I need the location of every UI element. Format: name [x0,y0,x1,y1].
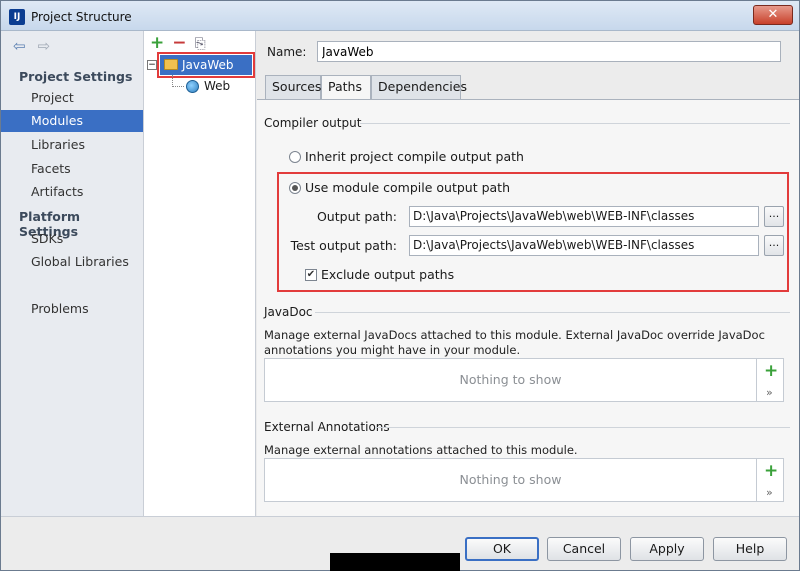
annotations-list-toolbar: + » [757,458,784,502]
sidebar-item-artifacts[interactable]: Artifacts [1,181,143,203]
sidebar-item-sdks[interactable]: SDKs [1,228,143,250]
tab-paths[interactable]: Paths [321,75,371,100]
project-settings-heading: Project Settings [19,69,133,84]
redaction-block [330,553,460,571]
module-folder-icon [164,59,178,70]
sidebar-item-facets[interactable]: Facets [1,158,143,180]
sidebar-item-global-libraries[interactable]: Global Libraries [1,251,143,273]
collapse-toggle[interactable]: − [147,60,157,70]
tree-node-label: Web [204,79,231,93]
add-javadoc-icon[interactable]: + [764,361,778,381]
sidebar-item-problems[interactable]: Problems [1,298,143,320]
tree-node-selected[interactable]: JavaWeb [157,52,255,78]
help-button[interactable]: Help [713,537,787,561]
title-bar: IJ Project Structure ✕ [1,1,799,31]
test-output-path-input[interactable]: D:\Java\Projects\JavaWeb\web\WEB-INF\cla… [409,235,759,256]
sidebar-item-libraries[interactable]: Libraries [1,134,143,156]
module-name-input[interactable] [317,41,781,62]
intellij-logo-icon: IJ [9,9,25,25]
test-output-path-label: Test output path: [290,238,397,253]
tree-node-web[interactable]: Web [186,77,230,95]
dialog-buttons: OK Cancel Apply Help [1,516,799,571]
tab-dependencies[interactable]: Dependencies [371,75,467,99]
tree-node-label: JavaWeb [182,58,234,72]
exclude-output-checkbox[interactable]: ✔ [305,269,317,281]
paths-tab-panel: Compiler output Inherit project compile … [257,99,799,516]
name-label: Name: [267,45,307,59]
exclude-output-label[interactable]: Exclude output paths [321,267,454,282]
compiler-output-heading: Compiler output [264,116,362,130]
inherit-output-label[interactable]: Inherit project compile output path [305,149,524,164]
module-details: Name: Sources Paths Dependencies Compile… [257,31,799,516]
javadoc-list-toolbar: + » [757,358,784,402]
add-annotation-icon[interactable]: + [764,461,778,481]
tree-node-javaweb[interactable]: − JavaWeb [144,52,255,78]
browse-test-output-path-button[interactable]: ... [764,235,784,256]
external-annotations-heading: External Annotations [264,420,390,434]
apply-button[interactable]: Apply [630,537,704,561]
settings-sidebar: ⇦ ⇨ Project Settings Project Modules Libr… [1,31,144,516]
sidebar-item-modules[interactable]: Modules [1,110,143,132]
cancel-button[interactable]: Cancel [547,537,621,561]
copy-icon[interactable]: ⎘ [195,36,206,52]
annotations-list[interactable]: Nothing to show [264,458,757,502]
web-facet-icon [186,80,199,93]
use-module-output-radio[interactable] [289,182,301,194]
tree-connector [172,86,184,87]
tree-toolbar: + − ⎘ [150,33,206,53]
remove-icon[interactable]: − [172,33,186,53]
project-structure-window: IJ Project Structure ✕ ⇦ ⇨ Project Settin… [0,0,800,571]
inherit-output-radio[interactable] [289,151,301,163]
separator [315,312,790,313]
module-tree: + − ⎘ − JavaWeb Web [144,31,256,516]
separator [375,427,790,428]
nav-arrows: ⇦ ⇨ [13,37,62,55]
annotations-description: Manage external annotations attached to … [264,443,578,457]
sidebar-item-project[interactable]: Project [1,87,143,109]
more-icon[interactable]: » [766,486,773,499]
browse-output-path-button[interactable]: ... [764,206,784,227]
javadoc-heading: JavaDoc [264,305,313,319]
close-button[interactable]: ✕ [753,5,793,25]
ok-button[interactable]: OK [465,537,539,561]
arrow-left-icon[interactable]: ⇦ [13,37,26,55]
add-icon[interactable]: + [150,33,164,53]
arrow-right-icon[interactable]: ⇨ [38,37,51,55]
output-path-input[interactable]: D:\Java\Projects\JavaWeb\web\WEB-INF\cla… [409,206,759,227]
use-module-output-label[interactable]: Use module compile output path [305,180,510,195]
output-path-label: Output path: [316,209,397,224]
tab-sources[interactable]: Sources [265,75,321,99]
more-icon[interactable]: » [766,386,773,399]
window-title: Project Structure [31,10,132,24]
javadoc-list[interactable]: Nothing to show [264,358,757,402]
javadoc-description: Manage external JavaDocs attached to thi… [264,328,765,357]
separator [360,123,790,124]
